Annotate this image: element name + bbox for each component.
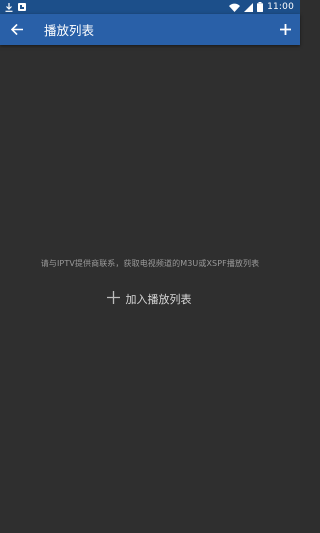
add-playlist-label: 加入播放列表 xyxy=(125,292,192,306)
app-bar: 播放列表 xyxy=(0,14,300,45)
status-time: 11:00 xyxy=(267,2,294,12)
back-button[interactable] xyxy=(2,14,32,45)
empty-state-message: 请与IPTV提供商联系，获取电视频道的M3U或XSPF播放列表 xyxy=(40,259,260,268)
plus-icon xyxy=(106,289,120,308)
status-left-icons xyxy=(0,2,26,12)
playlist-screen: 11:00 播放列表 请与IPTV提供商联系，获取电视频道的M3U或XSPF播放… xyxy=(0,0,300,533)
empty-state: 请与IPTV提供商联系，获取电视频道的M3U或XSPF播放列表 加入播放列表 xyxy=(0,258,300,308)
arrow-left-icon xyxy=(10,20,24,39)
page-title: 播放列表 xyxy=(44,23,95,38)
download-icon xyxy=(5,2,13,12)
status-bar: 11:00 xyxy=(0,0,300,14)
plus-icon xyxy=(279,20,291,39)
add-playlist-toolbar-button[interactable] xyxy=(270,14,300,45)
signal-icon xyxy=(244,2,254,12)
status-right-icons: 11:00 xyxy=(229,2,300,12)
battery-icon xyxy=(257,2,264,12)
wifi-icon xyxy=(229,3,241,12)
notification-app-icon xyxy=(18,3,26,11)
add-playlist-button[interactable]: 加入播放列表 xyxy=(106,289,192,308)
